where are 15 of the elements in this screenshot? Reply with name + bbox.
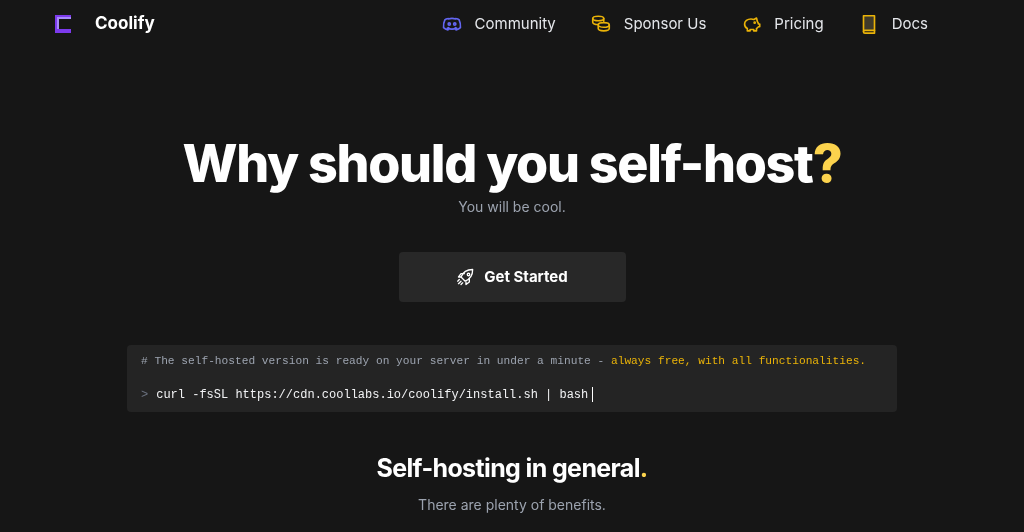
- hero-subtitle: You will be cool.: [458, 197, 566, 217]
- section-title: Self-hosting in general.: [376, 452, 648, 485]
- section-subtitle: There are plenty of benefits.: [418, 494, 606, 515]
- get-started-button[interactable]: Get Started: [398, 252, 626, 302]
- prompt-symbol: >: [141, 386, 149, 404]
- nav-link[interactable]: Docs: [857, 12, 928, 36]
- nav-link[interactable]: Pricing: [740, 12, 824, 36]
- coins-icon: [589, 13, 612, 35]
- nav-link[interactable]: Sponsor Us: [589, 12, 707, 36]
- code-comment: # The self-hosted version is ready on your server in under a minute - always free, with all functionalities.: [141, 354, 867, 369]
- nav-link[interactable]: Community: [440, 12, 556, 36]
- brand-name[interactable]: Coolify: [95, 11, 155, 37]
- hero-title: Why should you self-host?: [182, 134, 842, 194]
- text-cursor: [592, 387, 594, 403]
- install-command[interactable]: curl -fsSL https://cdn.coollabs.io/coolify/install.sh | bash: [156, 385, 589, 404]
